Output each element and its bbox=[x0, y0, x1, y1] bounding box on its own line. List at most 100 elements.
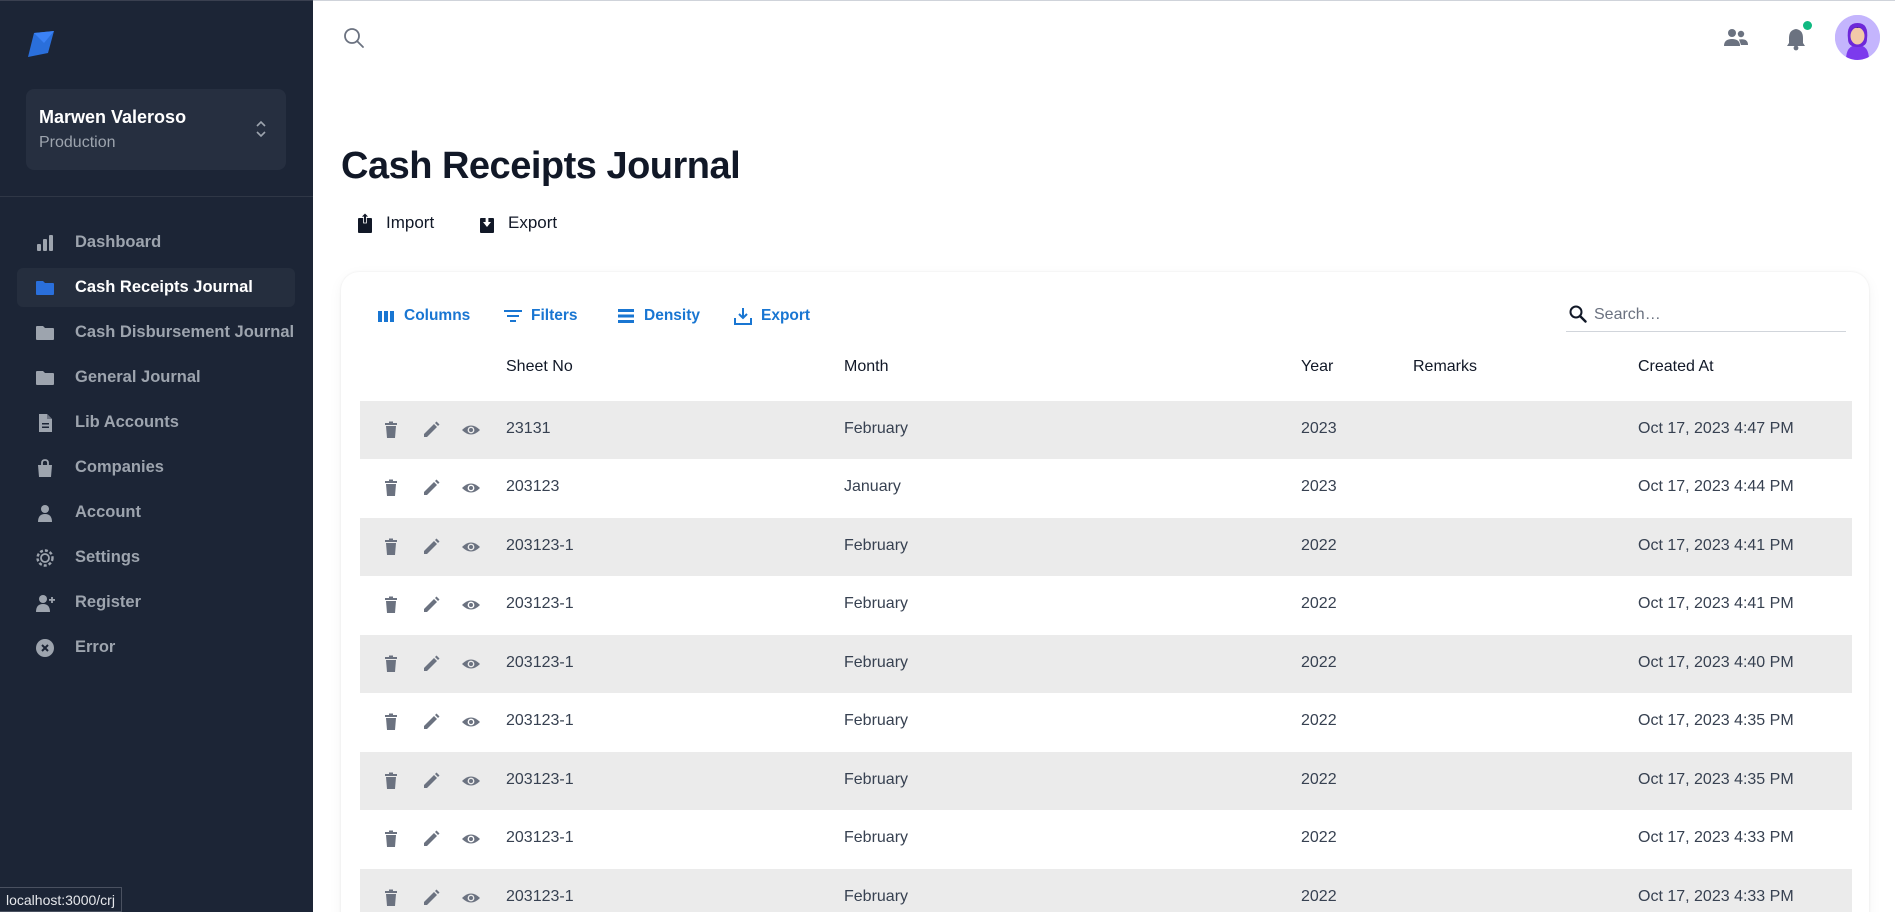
people-icon[interactable] bbox=[1723, 27, 1749, 49]
view-icon[interactable] bbox=[461, 654, 481, 674]
delete-icon[interactable] bbox=[381, 478, 401, 498]
cell-created-at: Oct 17, 2023 4:33 PM bbox=[1638, 888, 1794, 905]
edit-icon[interactable] bbox=[421, 595, 441, 615]
search-icon[interactable] bbox=[343, 27, 365, 49]
view-icon[interactable] bbox=[461, 771, 481, 791]
table-row[interactable]: 203123-1 February 2022 Oct 17, 2023 4:41… bbox=[360, 576, 1852, 634]
sidebar-item-companies[interactable]: Companies bbox=[17, 448, 295, 487]
table-row[interactable]: 203123 January 2023 Oct 17, 2023 4:44 PM bbox=[360, 459, 1852, 517]
folder-icon bbox=[36, 326, 54, 340]
column-header-remarks[interactable]: Remarks bbox=[1413, 358, 1477, 376]
density-icon bbox=[618, 309, 634, 323]
export-page-button[interactable]: Export bbox=[478, 210, 557, 236]
view-icon[interactable] bbox=[461, 420, 481, 440]
x-circle-icon bbox=[36, 639, 54, 657]
sidebar-item-label: Account bbox=[75, 503, 141, 521]
export-grid-label: Export bbox=[761, 307, 811, 324]
cell-year: 2022 bbox=[1301, 829, 1337, 846]
sidebar-item-label: Companies bbox=[75, 458, 164, 476]
table-row[interactable]: 203123-1 February 2022 Oct 17, 2023 4:33… bbox=[360, 869, 1852, 912]
table-row[interactable]: 203123-1 February 2022 Oct 17, 2023 4:35… bbox=[360, 752, 1852, 810]
sidebar: Marwen Valeroso Production Dashboard Cas… bbox=[0, 0, 313, 912]
edit-icon[interactable] bbox=[421, 654, 441, 674]
sidebar-item-error[interactable]: Error bbox=[17, 628, 295, 667]
sidebar-divider bbox=[0, 196, 313, 197]
columns-button[interactable]: Columns bbox=[376, 303, 470, 329]
browser-status-url: localhost:3000/crj bbox=[0, 887, 122, 912]
view-icon[interactable] bbox=[461, 888, 481, 908]
filter-icon bbox=[504, 310, 522, 322]
column-header-created-at[interactable]: Created At bbox=[1638, 358, 1714, 376]
filters-label: Filters bbox=[531, 307, 578, 324]
top-bar bbox=[313, 0, 1895, 70]
delete-icon[interactable] bbox=[381, 771, 401, 791]
density-button[interactable]: Density bbox=[616, 303, 700, 329]
table-row[interactable]: 203123-1 February 2022 Oct 17, 2023 4:35… bbox=[360, 693, 1852, 751]
edit-icon[interactable] bbox=[421, 537, 441, 557]
chevron-up-down-icon bbox=[256, 120, 266, 138]
cell-sheet-no: 203123-1 bbox=[506, 537, 574, 554]
delete-icon[interactable] bbox=[381, 712, 401, 732]
sidebar-item-lib-accounts[interactable]: Lib Accounts bbox=[17, 403, 295, 442]
column-header-year[interactable]: Year bbox=[1301, 358, 1333, 376]
cell-month: February bbox=[844, 595, 909, 612]
logo-icon[interactable] bbox=[26, 29, 56, 59]
avatar[interactable] bbox=[1835, 15, 1880, 60]
cell-month: February bbox=[844, 771, 909, 788]
export-grid-button[interactable]: Export bbox=[733, 303, 810, 329]
sidebar-item-dashboard[interactable]: Dashboard bbox=[17, 223, 295, 262]
sidebar-item-label: Dashboard bbox=[75, 233, 162, 251]
edit-icon[interactable] bbox=[421, 771, 441, 791]
sidebar-item-general-journal[interactable]: General Journal bbox=[17, 358, 295, 397]
cell-created-at: Oct 17, 2023 4:47 PM bbox=[1638, 420, 1794, 437]
sidebar-item-cash-disbursement-journal[interactable]: Cash Disbursement Journal bbox=[17, 313, 295, 352]
cell-month: February bbox=[844, 420, 909, 437]
cell-created-at: Oct 17, 2023 4:44 PM bbox=[1638, 478, 1794, 495]
filters-button[interactable]: Filters bbox=[503, 303, 578, 329]
table-row[interactable]: 23131 February 2023 Oct 17, 2023 4:47 PM bbox=[360, 401, 1852, 459]
delete-icon[interactable] bbox=[381, 829, 401, 849]
edit-icon[interactable] bbox=[421, 420, 441, 440]
table-row[interactable]: 203123-1 February 2022 Oct 17, 2023 4:41… bbox=[360, 518, 1852, 576]
delete-icon[interactable] bbox=[381, 420, 401, 440]
cell-year: 2022 bbox=[1301, 537, 1337, 554]
cell-created-at: Oct 17, 2023 4:33 PM bbox=[1638, 829, 1794, 846]
edit-icon[interactable] bbox=[421, 888, 441, 908]
view-icon[interactable] bbox=[461, 712, 481, 732]
delete-icon[interactable] bbox=[381, 654, 401, 674]
sidebar-item-cash-receipts-journal[interactable]: Cash Receipts Journal bbox=[17, 268, 295, 307]
edit-icon[interactable] bbox=[421, 829, 441, 849]
sidebar-item-account[interactable]: Account bbox=[17, 493, 295, 532]
edit-icon[interactable] bbox=[421, 712, 441, 732]
bell-icon[interactable] bbox=[1785, 27, 1807, 51]
user-plus-icon bbox=[36, 595, 55, 612]
edit-icon[interactable] bbox=[421, 478, 441, 498]
column-header-month[interactable]: Month bbox=[844, 358, 888, 376]
view-icon[interactable] bbox=[461, 595, 481, 615]
sidebar-item-label: Cash Receipts Journal bbox=[75, 278, 253, 296]
search-icon bbox=[1569, 305, 1587, 323]
sidebar-item-register[interactable]: Register bbox=[17, 583, 295, 622]
sidebar-item-label: Settings bbox=[75, 548, 141, 566]
org-switcher[interactable]: Marwen Valeroso Production bbox=[26, 89, 286, 170]
cell-month: February bbox=[844, 888, 909, 905]
cell-sheet-no: 203123-1 bbox=[506, 712, 574, 729]
view-icon[interactable] bbox=[461, 829, 481, 849]
sidebar-item-settings[interactable]: Settings bbox=[17, 538, 295, 577]
columns-label: Columns bbox=[404, 307, 471, 324]
cell-month: February bbox=[844, 712, 909, 729]
delete-icon[interactable] bbox=[381, 888, 401, 908]
delete-icon[interactable] bbox=[381, 537, 401, 557]
org-environment: Production bbox=[39, 134, 116, 151]
grid-search-input[interactable] bbox=[1594, 302, 1834, 328]
column-header-sheet-no[interactable]: Sheet No bbox=[506, 358, 573, 376]
cell-year: 2022 bbox=[1301, 654, 1337, 671]
cell-created-at: Oct 17, 2023 4:35 PM bbox=[1638, 712, 1794, 729]
view-icon[interactable] bbox=[461, 478, 481, 498]
cell-created-at: Oct 17, 2023 4:40 PM bbox=[1638, 654, 1794, 671]
view-icon[interactable] bbox=[461, 537, 481, 557]
import-button[interactable]: Import bbox=[356, 210, 434, 236]
delete-icon[interactable] bbox=[381, 595, 401, 615]
table-row[interactable]: 203123-1 February 2022 Oct 17, 2023 4:33… bbox=[360, 810, 1852, 868]
table-row[interactable]: 203123-1 February 2022 Oct 17, 2023 4:40… bbox=[360, 635, 1852, 693]
